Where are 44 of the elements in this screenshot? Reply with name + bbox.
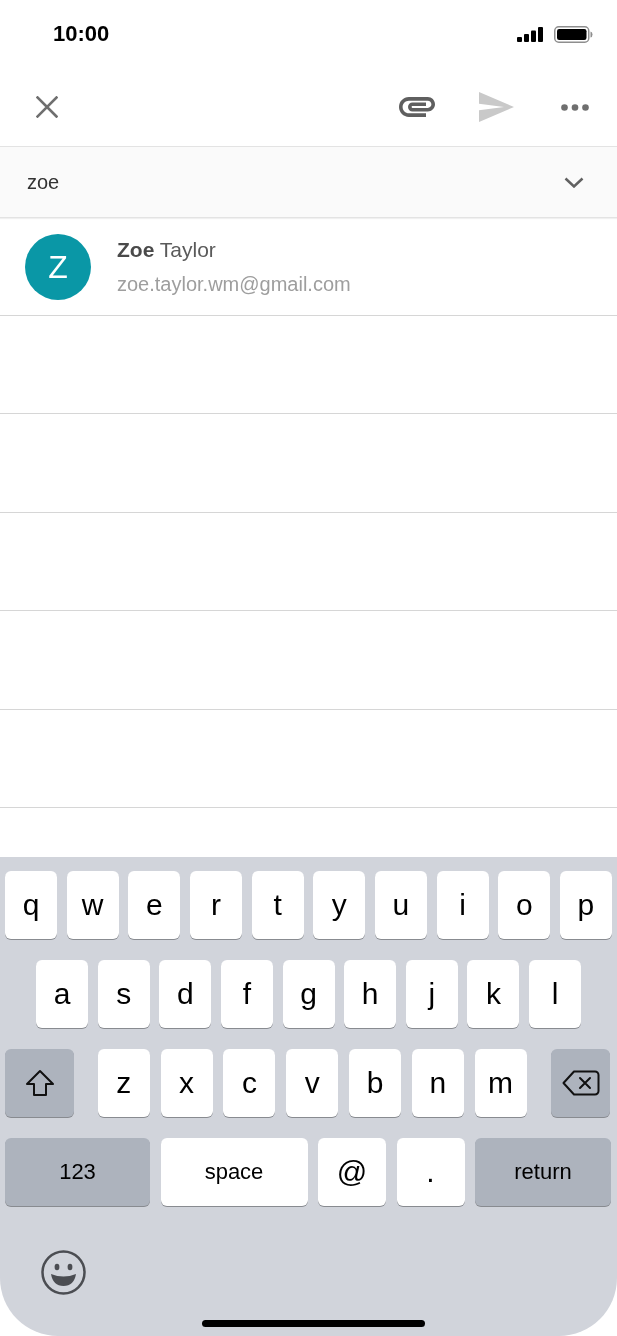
keyboard-key[interactable]: z: [97, 1049, 150, 1117]
keyboard-key[interactable]: e: [128, 871, 181, 939]
chevron-down-icon: [564, 176, 584, 188]
keyboard-key[interactable]: g: [282, 960, 335, 1028]
keyboard-key[interactable]: y: [313, 871, 366, 939]
shift-key[interactable]: [5, 1049, 74, 1117]
delete-key[interactable]: [551, 1049, 611, 1117]
keyboard-key[interactable]: v: [286, 1049, 339, 1117]
keyboard-key[interactable]: p: [559, 871, 612, 939]
keyboard-key[interactable]: t: [251, 871, 304, 939]
keyboard-key[interactable]: f: [220, 960, 273, 1028]
contact-name: Zoe Taylor: [117, 236, 217, 263]
keyboard-key[interactable]: r: [189, 871, 242, 939]
emoji-icon[interactable]: [41, 1250, 86, 1295]
keyboard-key[interactable]: w: [66, 871, 119, 939]
keyboard-key[interactable]: b: [349, 1049, 401, 1117]
contact-avatar: Z: [25, 233, 91, 300]
keyboard-key[interactable]: .: [396, 1138, 465, 1206]
status-time: 10:00: [53, 23, 110, 45]
keyboard-key[interactable]: m: [474, 1049, 527, 1117]
keyboard-key[interactable]: n: [411, 1049, 464, 1117]
signal-icon: [517, 26, 544, 42]
contact-email: zoe.taylor.wm@gmail.com: [117, 271, 351, 297]
keyboard-key[interactable]: k: [467, 960, 520, 1028]
keyboard-key[interactable]: j: [405, 960, 458, 1028]
keyboard-key[interactable]: x: [160, 1049, 213, 1117]
keyboard-key[interactable]: u: [374, 871, 427, 939]
keyboard-key[interactable]: l: [529, 960, 581, 1028]
keyboard-key[interactable]: i: [436, 871, 489, 939]
backspace-icon: [561, 1070, 600, 1096]
keyboard-key[interactable]: d: [159, 960, 212, 1028]
keyboard-key[interactable]: s: [97, 960, 150, 1028]
space-key[interactable]: space: [160, 1138, 308, 1206]
numbers-key[interactable]: 123: [5, 1138, 150, 1206]
battery-icon: [554, 25, 593, 43]
keyboard-key[interactable]: @: [318, 1138, 386, 1206]
shift-icon: [24, 1069, 55, 1097]
recipient-field[interactable]: zoe: [0, 146, 617, 218]
keyboard-key[interactable]: q: [5, 871, 57, 939]
keyboard-key[interactable]: h: [344, 960, 397, 1028]
keyboard-key[interactable]: c: [223, 1049, 276, 1117]
return-key[interactable]: return: [475, 1138, 611, 1206]
keyboard-key[interactable]: o: [498, 871, 551, 939]
keyboard-key[interactable]: a: [36, 960, 88, 1028]
